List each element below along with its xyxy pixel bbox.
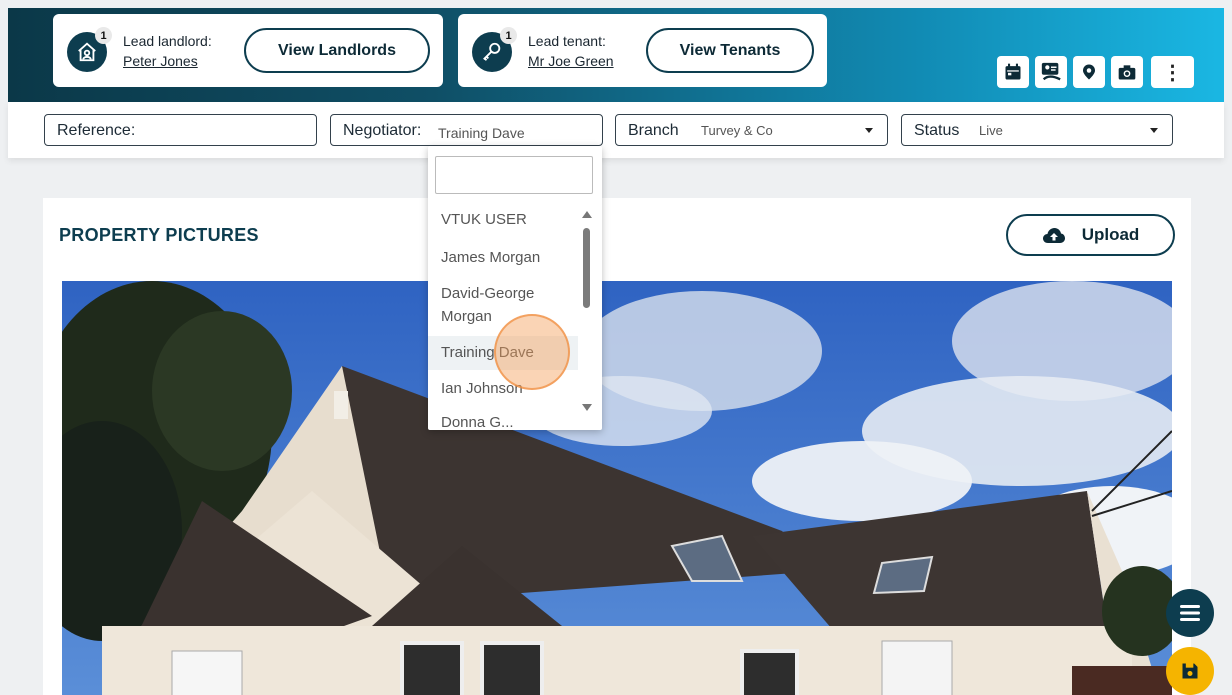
option-partial[interactable]: Donna G... xyxy=(428,406,578,430)
option-james-morgan[interactable]: James Morgan xyxy=(428,240,578,276)
floppy-disk-icon xyxy=(1182,663,1198,679)
map-pin-icon[interactable] xyxy=(1073,56,1105,88)
view-landlords-button[interactable]: View Landlords xyxy=(244,28,430,73)
property-pictures-panel: PROPERTY PICTURES Upload xyxy=(43,198,1191,695)
chevron-down-icon xyxy=(1150,128,1158,133)
upload-label: Upload xyxy=(1081,225,1140,244)
calendar-icon[interactable] xyxy=(997,56,1029,88)
branch-value: Turvey & Co xyxy=(701,123,773,138)
filter-bar: Reference: Negotiator: Training Dave Bra… xyxy=(8,102,1224,158)
negotiator-label: Negotiator: xyxy=(343,122,422,139)
lead-landlord-link[interactable]: Peter Jones xyxy=(123,53,198,69)
lead-tenant-label: Lead tenant: xyxy=(528,33,606,49)
landlord-count-badge: 1 xyxy=(95,27,112,44)
upload-button[interactable]: Upload xyxy=(1006,214,1175,256)
view-tenants-button[interactable]: View Tenants xyxy=(646,28,814,73)
status-value: Live xyxy=(979,123,1003,138)
branch-label: Branch xyxy=(628,122,679,139)
lead-landlord-label: Lead landlord: xyxy=(123,33,212,49)
negotiator-value: Training Dave xyxy=(438,125,525,141)
status-label: Status xyxy=(914,122,960,139)
tenant-count-badge: 1 xyxy=(500,27,517,44)
cloud-upload-icon xyxy=(1042,228,1065,243)
scroll-up-arrow-icon[interactable] xyxy=(582,211,592,218)
negotiator-dropdown: VTUK USER James Morgan David-George Morg… xyxy=(428,146,602,430)
menu-fab-button[interactable] xyxy=(1166,589,1214,637)
id-card-icon[interactable] xyxy=(1035,56,1067,88)
save-fab-button[interactable] xyxy=(1166,647,1214,695)
reference-label: Reference: xyxy=(57,122,136,139)
branch-select[interactable]: Branch Turvey & Co xyxy=(615,114,888,146)
lead-tenant-card: 1 Lead tenant: Mr Joe Green View Tenants xyxy=(458,14,827,87)
lead-tenant-link[interactable]: Mr Joe Green xyxy=(528,53,614,69)
reference-field[interactable]: Reference: xyxy=(44,114,317,146)
dropdown-scrollbar[interactable] xyxy=(583,228,590,308)
property-header: 1 Lead landlord: Peter Jones View Landlo… xyxy=(8,8,1224,102)
more-vertical-icon[interactable]: ⋮ xyxy=(1151,56,1194,88)
negotiator-search-input[interactable] xyxy=(435,156,593,194)
negotiator-options: VTUK USER James Morgan David-George Morg… xyxy=(428,204,578,430)
menu-icon xyxy=(1180,605,1200,621)
panel-title: PROPERTY PICTURES xyxy=(59,225,259,245)
property-photo[interactable] xyxy=(62,281,1172,695)
header-actions: ⋮ xyxy=(997,56,1194,88)
status-select[interactable]: Status Live xyxy=(901,114,1173,146)
chevron-down-icon xyxy=(865,128,873,133)
option-vtuk-user[interactable]: VTUK USER xyxy=(428,204,578,240)
more-glyph: ⋮ xyxy=(1162,61,1183,84)
lead-landlord-card: 1 Lead landlord: Peter Jones View Landlo… xyxy=(53,14,443,87)
camera-icon[interactable] xyxy=(1111,56,1143,88)
negotiator-field[interactable]: Negotiator: Training Dave xyxy=(330,114,603,146)
click-indicator xyxy=(494,314,570,390)
scroll-down-arrow-icon[interactable] xyxy=(582,404,592,411)
